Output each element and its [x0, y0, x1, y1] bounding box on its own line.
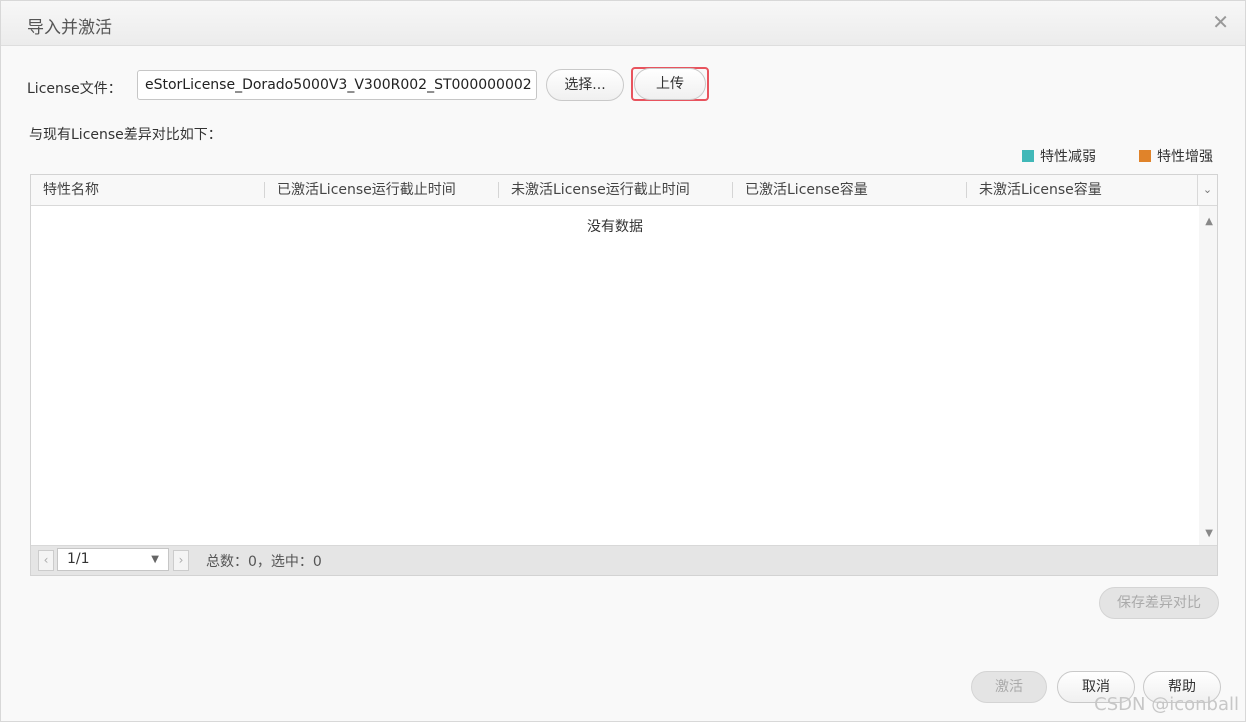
- vertical-scrollbar[interactable]: ▲ ▼: [1199, 206, 1217, 547]
- close-icon[interactable]: ✕: [1212, 12, 1229, 32]
- legend-enhanced: 特性增强: [1139, 146, 1213, 166]
- license-file-input[interactable]: eStorLicense_Dorado5000V3_V300R002_ST000…: [137, 70, 537, 100]
- diff-compare-label: 与现有License差异对比如下：: [29, 127, 222, 143]
- scroll-down-icon[interactable]: ▼: [1205, 528, 1213, 539]
- legend-weakened: 特性减弱: [1022, 146, 1096, 166]
- grid-header: 特性名称 已激活License运行截止时间 未激活License运行截止时间 已…: [31, 175, 1217, 206]
- select-file-button[interactable]: 选择...: [546, 69, 624, 101]
- col-inactive-capacity[interactable]: 未激活License容量: [967, 175, 1197, 205]
- no-data-text: 没有数据: [587, 219, 643, 235]
- diff-grid: 特性名称 已激活License运行截止时间 未激活License运行截止时间 已…: [30, 174, 1218, 576]
- upload-highlight: 上传: [631, 67, 709, 101]
- upload-button[interactable]: 上传: [634, 68, 706, 100]
- column-menu-icon[interactable]: ⌄: [1197, 175, 1217, 205]
- legend-enhanced-label: 特性增强: [1157, 149, 1213, 165]
- pagination-bar: ‹ 1/1 ▼ › 总数：0，选中：0: [31, 545, 1217, 575]
- save-diff-button[interactable]: 保存差异对比: [1099, 587, 1219, 619]
- col-active-capacity[interactable]: 已激活License容量: [733, 175, 967, 205]
- pager-stats: 总数：0，选中：0: [206, 554, 322, 570]
- import-activate-dialog: 导入并激活 ✕ License文件： eStorLicense_Dorado50…: [0, 0, 1246, 722]
- page-select-value: 1/1: [67, 551, 90, 567]
- legend-weakened-swatch: [1022, 150, 1034, 162]
- dialog-titlebar: 导入并激活 ✕: [1, 1, 1245, 46]
- legend-weakened-label: 特性减弱: [1040, 149, 1096, 165]
- col-inactive-expiry[interactable]: 未激活License运行截止时间: [499, 175, 733, 205]
- next-page-icon[interactable]: ›: [173, 550, 189, 571]
- page-select[interactable]: 1/1 ▼: [57, 548, 169, 571]
- activate-button[interactable]: 激活: [971, 671, 1047, 703]
- prev-page-icon[interactable]: ‹: [38, 550, 54, 571]
- watermark: CSDN @iconball: [1094, 694, 1239, 715]
- dialog-title: 导入并激活: [27, 18, 112, 38]
- legend-enhanced-swatch: [1139, 150, 1151, 162]
- caret-down-icon: ▼: [151, 554, 159, 565]
- col-active-expiry[interactable]: 已激活License运行截止时间: [265, 175, 499, 205]
- license-file-label: License文件：: [27, 81, 122, 97]
- scroll-up-icon[interactable]: ▲: [1205, 216, 1213, 227]
- col-feature-name[interactable]: 特性名称: [31, 175, 265, 205]
